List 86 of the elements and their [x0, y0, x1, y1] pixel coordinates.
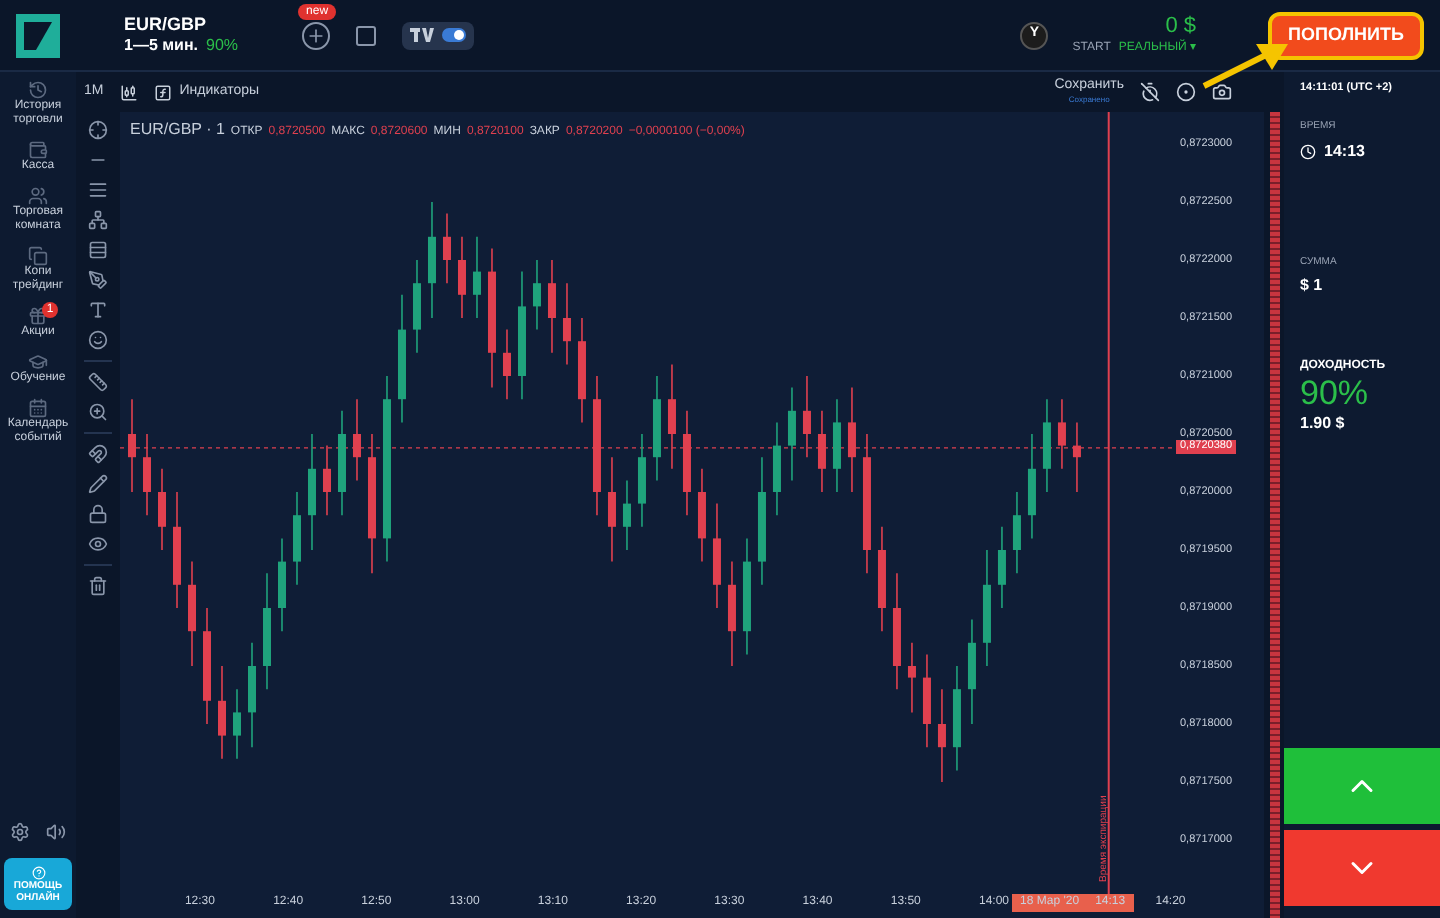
candlestick [322, 444, 331, 516]
sidebar-icon [28, 80, 48, 100]
candlestick [637, 433, 646, 528]
profit-amount: 1.90 $ [1300, 412, 1347, 437]
chart-type-icon[interactable] [119, 83, 138, 101]
candlestick [232, 688, 241, 760]
candlestick [697, 468, 706, 563]
profit-percent: 90% [1300, 376, 1371, 413]
deposit-button[interactable]: ПОПОЛНИТЬ [1268, 11, 1424, 59]
candlestick [1072, 421, 1081, 493]
legend-title: EUR/GBP · 1 [130, 118, 225, 142]
candlestick [277, 537, 286, 632]
settings-icon[interactable] [10, 822, 30, 842]
candlestick [412, 259, 421, 354]
text-icon[interactable] [88, 300, 108, 320]
pencil-icon[interactable] [88, 474, 108, 494]
sound-icon[interactable] [46, 822, 66, 842]
candlestick [472, 236, 481, 319]
sidebar-icon [28, 352, 48, 372]
candlestick [502, 328, 511, 400]
expiry-range: 1—5 мин. [124, 36, 199, 57]
asset-name[interactable]: EUR/GBP [124, 13, 239, 37]
candlestick [217, 665, 226, 760]
sidebar-icon [28, 186, 48, 206]
clock-icon [1300, 143, 1316, 160]
candlestick [712, 502, 721, 609]
candlestick [667, 363, 676, 470]
candlestick [307, 433, 316, 551]
parallel-lines-icon[interactable] [88, 180, 108, 200]
amount-field[interactable]: $ 1 [1300, 274, 1424, 299]
toggle-switch[interactable] [442, 28, 467, 42]
candlestick [727, 560, 736, 667]
zoom-icon[interactable] [88, 402, 108, 422]
candlestick [922, 653, 931, 748]
candlestick [607, 456, 616, 563]
eye-icon[interactable] [88, 534, 108, 554]
smiley-icon[interactable] [88, 330, 108, 350]
candlestick [547, 259, 556, 354]
candlestick [772, 421, 781, 516]
lock-icon[interactable] [88, 504, 108, 524]
candlestick [1012, 491, 1021, 574]
candlestick [292, 491, 301, 586]
candlestick [787, 386, 796, 482]
candlestick [937, 688, 946, 783]
help-icon [31, 865, 45, 879]
candlestick [802, 375, 811, 458]
candlestick [143, 433, 151, 516]
candlestick [562, 282, 571, 366]
trash-icon[interactable] [88, 576, 108, 596]
candlestick [997, 526, 1006, 609]
candlestick [247, 642, 256, 748]
timer-icon[interactable] [1140, 82, 1160, 102]
camera-icon[interactable] [1212, 82, 1232, 102]
magnet-icon[interactable] [88, 444, 108, 464]
sidebar-icon [28, 246, 48, 266]
payout-percent: 90% [206, 36, 239, 57]
candlestick [1042, 398, 1051, 493]
sidebar-icon [28, 398, 48, 418]
candlestick [532, 259, 541, 331]
target-icon[interactable] [1176, 82, 1196, 102]
candlestick [832, 398, 841, 493]
tv-logo-icon [410, 28, 435, 42]
sidebar-icon [28, 306, 48, 326]
candlestick [967, 618, 976, 725]
function-icon [153, 83, 172, 101]
candlestick [442, 212, 451, 284]
ruler-icon[interactable] [88, 372, 108, 392]
crosshair-icon[interactable] [88, 120, 108, 140]
layout-icon[interactable] [354, 23, 379, 47]
candlestick [817, 410, 826, 493]
plus-icon [306, 25, 327, 45]
candlestick [907, 642, 916, 714]
candlestick [352, 398, 361, 482]
time-field[interactable]: 14:13 [1300, 139, 1424, 164]
sidebar-icon [28, 140, 48, 160]
candlestick [188, 560, 196, 667]
logo-icon [16, 13, 60, 57]
candlestick [847, 386, 856, 493]
candlestick [128, 398, 136, 493]
candlestick [1027, 433, 1036, 540]
candlestick [622, 479, 631, 551]
candlestick [457, 236, 466, 319]
candlestick [158, 468, 166, 551]
balance: 0 $ [1165, 13, 1197, 39]
candlestick [1057, 398, 1066, 470]
candlestick [427, 201, 436, 319]
